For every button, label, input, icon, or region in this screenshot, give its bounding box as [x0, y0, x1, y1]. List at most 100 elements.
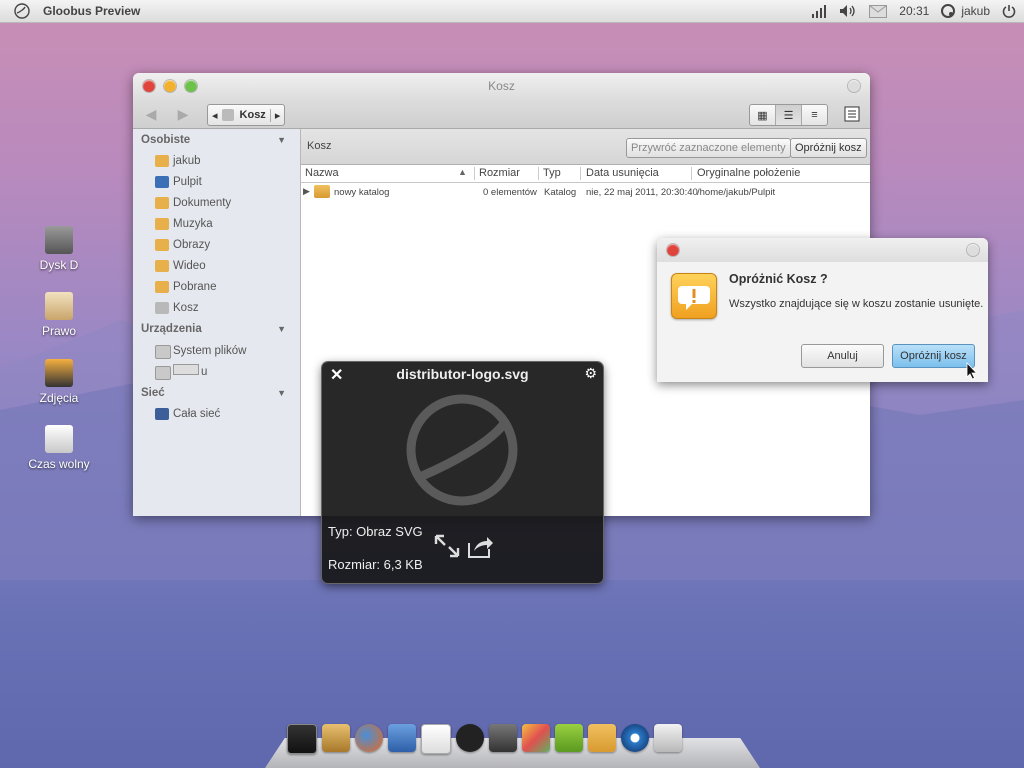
sidebar-item-filesystem[interactable]: System plików — [133, 341, 300, 362]
forward-button[interactable]: ▶ — [173, 105, 193, 123]
cell-name: nowy katalog — [334, 187, 390, 198]
sidebar-section-personal[interactable]: Osobiste ▼ — [133, 130, 300, 151]
desktop-icon — [155, 176, 169, 188]
settings-gear-icon[interactable]: ⚙ — [584, 365, 597, 382]
column-name[interactable]: Nazwa — [305, 167, 339, 179]
cell-original-location: /home/jakub/Pulpit — [697, 187, 776, 198]
icon-view-button[interactable]: ▦ — [750, 105, 776, 125]
sidebar-item-label: Wideo — [173, 260, 206, 272]
sidebar-item-trash[interactable]: Kosz — [133, 298, 300, 319]
sidebar-item-home[interactable]: jakub — [133, 151, 300, 172]
calculator-icon[interactable] — [322, 724, 350, 752]
volume-icon[interactable] — [839, 4, 857, 18]
sidebar-section-header: Urządzenia — [141, 323, 202, 335]
firefox-icon[interactable] — [355, 724, 383, 752]
active-app-title[interactable]: Gloobus Preview — [43, 4, 140, 18]
confirm-empty-trash-button[interactable]: Opróżnij kosz — [892, 344, 975, 368]
column-size[interactable]: Rozmiar — [479, 167, 520, 179]
sidebar-item-label: u — [201, 366, 208, 378]
sidebar-section-header: Osobiste — [141, 134, 191, 146]
breadcrumb-item-trash[interactable]: Kosz — [236, 109, 270, 121]
dialog-titlebar[interactable] — [657, 238, 988, 262]
expand-arrow-icon[interactable]: ▶ — [303, 186, 310, 197]
sort-ascending-icon[interactable]: ▲ — [458, 167, 467, 177]
text-editor-icon[interactable] — [421, 724, 451, 754]
image-editor-icon[interactable] — [522, 724, 550, 752]
sidebar-item-desktop[interactable]: Pulpit — [133, 172, 300, 193]
table-row[interactable]: ▶ nowy katalog 0 elementów Katalog nie, … — [301, 183, 870, 201]
drive-icon — [155, 345, 171, 359]
user-indicator[interactable]: jakub — [941, 4, 990, 18]
desktop-icon-drive[interactable]: Dysk D — [23, 226, 95, 272]
cell-type: Katalog — [544, 187, 577, 198]
column-header: Nazwa ▲ Rozmiar Typ Data usunięcia Orygi… — [301, 165, 870, 183]
sidebar-item-label: Obrazy — [173, 239, 211, 251]
signal-icon[interactable] — [811, 4, 827, 18]
collapse-arrow-icon[interactable]: ▼ — [277, 319, 286, 340]
empty-trash-button[interactable]: Opróżnij kosz — [790, 138, 867, 158]
distributor-logo-image — [406, 394, 518, 506]
column-type[interactable]: Typ — [543, 167, 561, 179]
breadcrumb: ◂ Kosz ▸ — [207, 104, 286, 126]
sidebar-section-devices[interactable]: Urządzenia ▼ — [133, 319, 300, 340]
desktop-icon-label: Prawo — [41, 324, 76, 338]
breadcrumb-right-arrow[interactable]: ▸ — [269, 108, 285, 122]
music-folder-icon — [155, 218, 169, 230]
desktop-icon-photos[interactable]: Zdjęcia — [23, 359, 95, 405]
mail-icon[interactable] — [869, 4, 888, 18]
sidebar-item-label: Muzyka — [173, 218, 213, 230]
desktop-icon-free-time[interactable]: Czas wolny — [23, 425, 95, 471]
toolbar: ◀ ▶ ◂ Kosz ▸ ▦ ☰ ≡ — [133, 101, 870, 129]
desktop-icon-label: Zdjęcia — [39, 391, 79, 405]
sidebar-item-videos[interactable]: Wideo — [133, 256, 300, 277]
fullscreen-icon[interactable] — [434, 534, 460, 558]
collapse-arrow-icon[interactable]: ▼ — [277, 383, 286, 404]
restore-selected-button[interactable]: Przywróć zaznaczone elementy — [626, 138, 791, 158]
breadcrumb-left-arrow[interactable]: ◂ — [208, 109, 222, 122]
dialog-menu-button[interactable] — [967, 244, 979, 256]
sidebar-section-network[interactable]: Sieć ▼ — [133, 383, 300, 404]
minimize-window-button[interactable] — [164, 80, 176, 92]
desktop-icon-prawo[interactable]: Prawo — [23, 292, 95, 338]
maximize-window-button[interactable] — [185, 80, 197, 92]
elementary-logo-icon[interactable] — [14, 3, 30, 19]
videos-folder-icon — [155, 260, 169, 272]
sidebar-item-music[interactable]: Muzyka — [133, 214, 300, 235]
music-player-icon[interactable] — [621, 724, 649, 752]
sidebar-item-documents[interactable]: Dokumenty — [133, 193, 300, 214]
chat-icon[interactable] — [388, 724, 416, 752]
column-original-location[interactable]: Oryginalne położenie — [697, 167, 800, 179]
sidebar-section-header: Sieć — [141, 387, 165, 399]
ubuntu-settings-icon[interactable] — [555, 724, 583, 752]
dialog-heading: Opróżnić Kosz ? — [729, 272, 828, 286]
power-icon[interactable] — [1002, 4, 1016, 18]
column-deleted-date[interactable]: Data usunięcia — [586, 167, 659, 179]
sidebar-item-pictures[interactable]: Obrazy — [133, 235, 300, 256]
app-store-icon[interactable] — [456, 724, 484, 752]
close-dialog-button[interactable] — [667, 244, 679, 256]
preview-window: ✕ distributor-logo.svg ⚙ Typ: Obraz SVG … — [322, 362, 603, 583]
terminal-icon[interactable] — [287, 724, 317, 754]
home-folder-dock-icon[interactable] — [588, 724, 616, 752]
trash-small-icon — [221, 109, 234, 121]
sidebar-item-downloads[interactable]: Pobrane — [133, 277, 300, 298]
share-open-icon[interactable] — [466, 535, 494, 559]
back-button[interactable]: ◀ — [141, 105, 161, 123]
sidebar-item-network[interactable]: Cała sieć — [133, 404, 300, 425]
sidebar-item-device-u[interactable]: u — [133, 362, 300, 383]
app-menu-button[interactable] — [842, 104, 862, 124]
home-folder-icon — [155, 155, 169, 167]
preview-size: Rozmiar: 6,3 KB — [328, 557, 423, 572]
window-menu-button[interactable] — [848, 80, 860, 92]
trash-dock-icon[interactable] — [654, 724, 682, 752]
window-titlebar[interactable]: Kosz — [133, 73, 870, 101]
collapse-arrow-icon[interactable]: ▼ — [277, 130, 286, 151]
clock[interactable]: 20:31 — [899, 4, 929, 18]
preview-type: Typ: Obraz SVG — [328, 524, 423, 539]
list-view-button[interactable]: ☰ — [776, 105, 802, 125]
cancel-button[interactable]: Anuluj — [801, 344, 884, 368]
close-window-button[interactable] — [143, 80, 155, 92]
compact-view-button[interactable]: ≡ — [802, 105, 827, 125]
media-player-icon[interactable] — [489, 724, 517, 752]
sidebar-item-label: Pobrane — [173, 281, 217, 293]
